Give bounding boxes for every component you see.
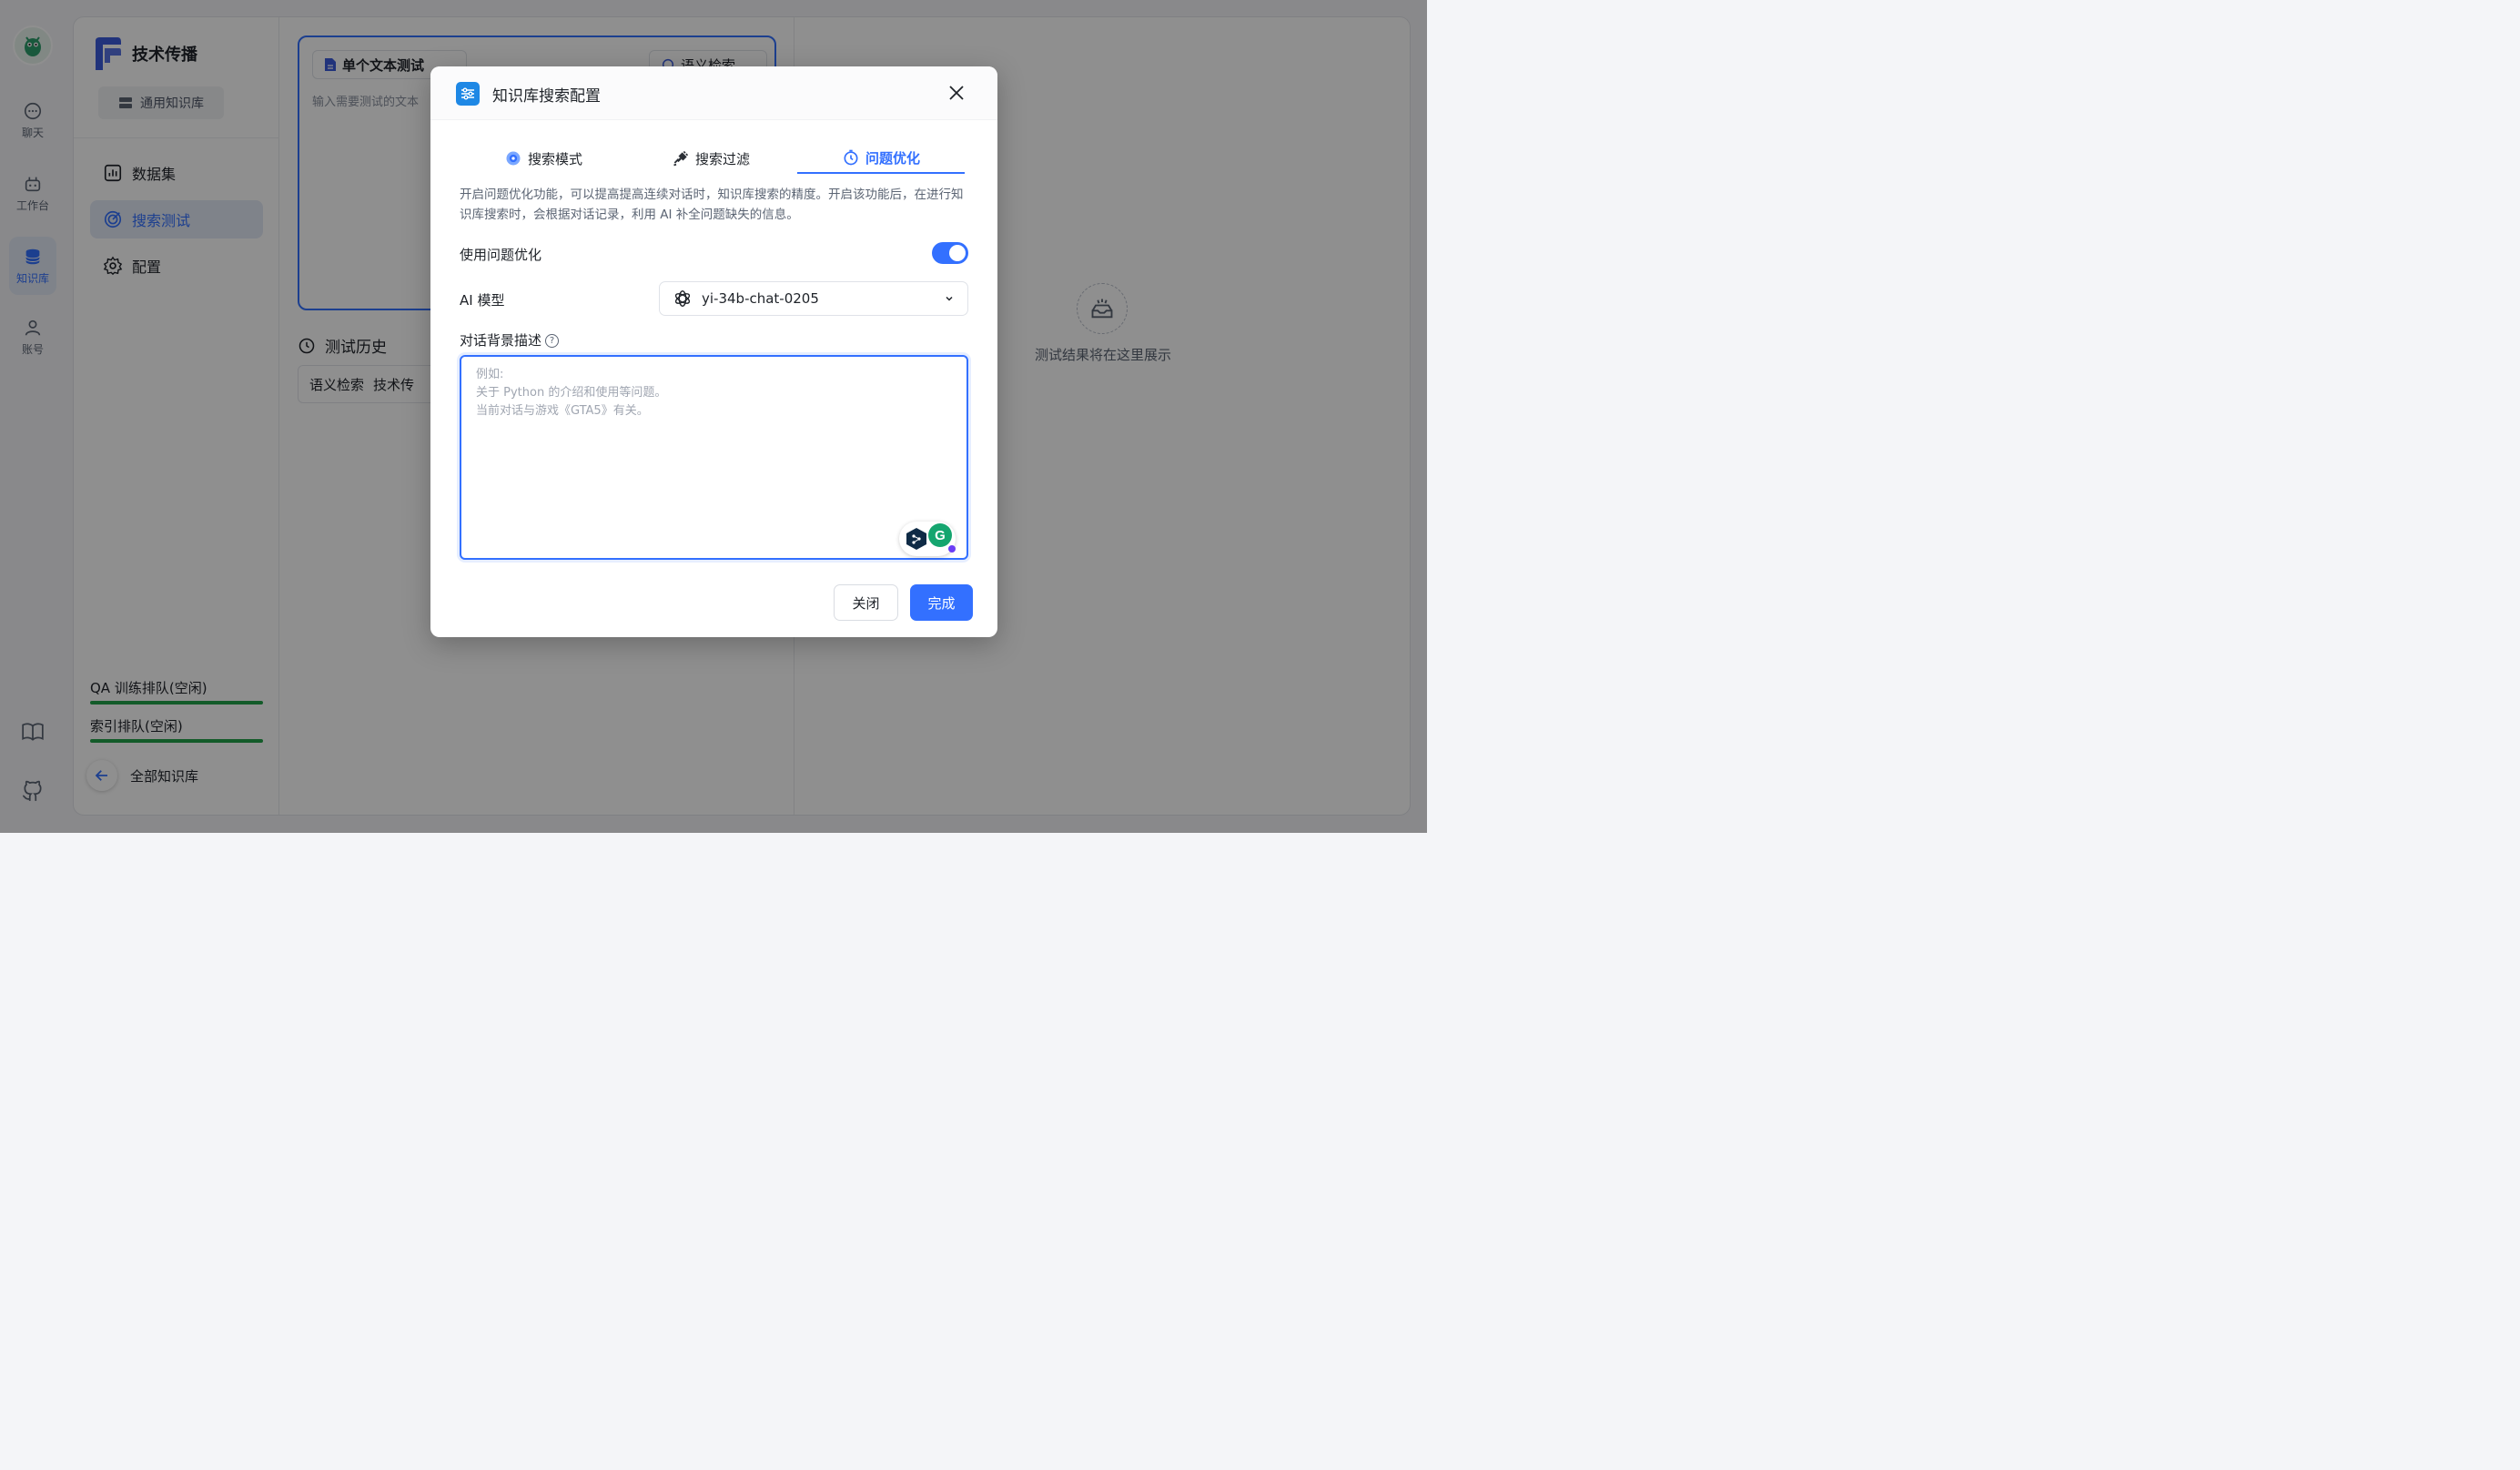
tab-label: 搜索过滤 <box>694 150 750 167</box>
notification-dot <box>948 545 956 553</box>
bg-desc-label-text: 对话背景描述 <box>460 332 542 349</box>
settings-sliders-icon <box>456 82 480 106</box>
tab-label: 搜索模式 <box>527 150 582 167</box>
use-optimize-toggle[interactable] <box>932 242 968 264</box>
chevron-down-icon <box>946 296 953 301</box>
use-optimize-label: 使用问题优化 <box>460 247 542 263</box>
browser-extension-badge[interactable]: G <box>899 522 956 556</box>
tab-label: 问题优化 <box>865 149 920 167</box>
tab-search-mode[interactable]: 搜索模式 <box>460 143 627 174</box>
toggle-knob <box>949 245 966 261</box>
search-config-modal: 知识库搜索配置 搜索模式 搜索过滤 问题优化 开启问题优化功能，可以提高提高连续… <box>430 66 997 637</box>
openai-icon <box>674 290 691 307</box>
modal-close-button[interactable] <box>945 81 968 105</box>
gear-flower-icon <box>506 151 521 166</box>
modal-title: 知识库搜索配置 <box>492 87 601 106</box>
modal-header: 知识库搜索配置 <box>430 66 997 120</box>
bg-desc-label: 对话背景描述? <box>460 330 560 350</box>
bg-desc-textarea[interactable] <box>460 355 968 560</box>
modal-tabs: 搜索模式 搜索过滤 问题优化 <box>460 143 965 174</box>
done-button[interactable]: 完成 <box>910 584 973 621</box>
ai-model-select[interactable]: yi-34b-chat-0205 <box>659 281 968 316</box>
ai-model-label: AI 模型 <box>460 292 505 309</box>
help-icon[interactable]: ? <box>545 334 560 348</box>
close-button[interactable]: 关闭 <box>834 584 898 621</box>
tab-question-optimize[interactable]: 问题优化 <box>797 143 965 174</box>
ai-model-value: yi-34b-chat-0205 <box>702 290 819 307</box>
grammarly-icon[interactable]: G <box>928 523 952 547</box>
tab-search-filter[interactable]: 搜索过滤 <box>627 143 794 174</box>
plug-icon <box>673 150 689 167</box>
timer-icon <box>844 149 858 166</box>
close-icon <box>949 86 964 100</box>
optimize-description: 开启问题优化功能，可以提高提高连续对话时，知识库搜索的精度。开启该功能后，在进行… <box>460 188 964 222</box>
deepl-icon[interactable] <box>905 527 928 551</box>
